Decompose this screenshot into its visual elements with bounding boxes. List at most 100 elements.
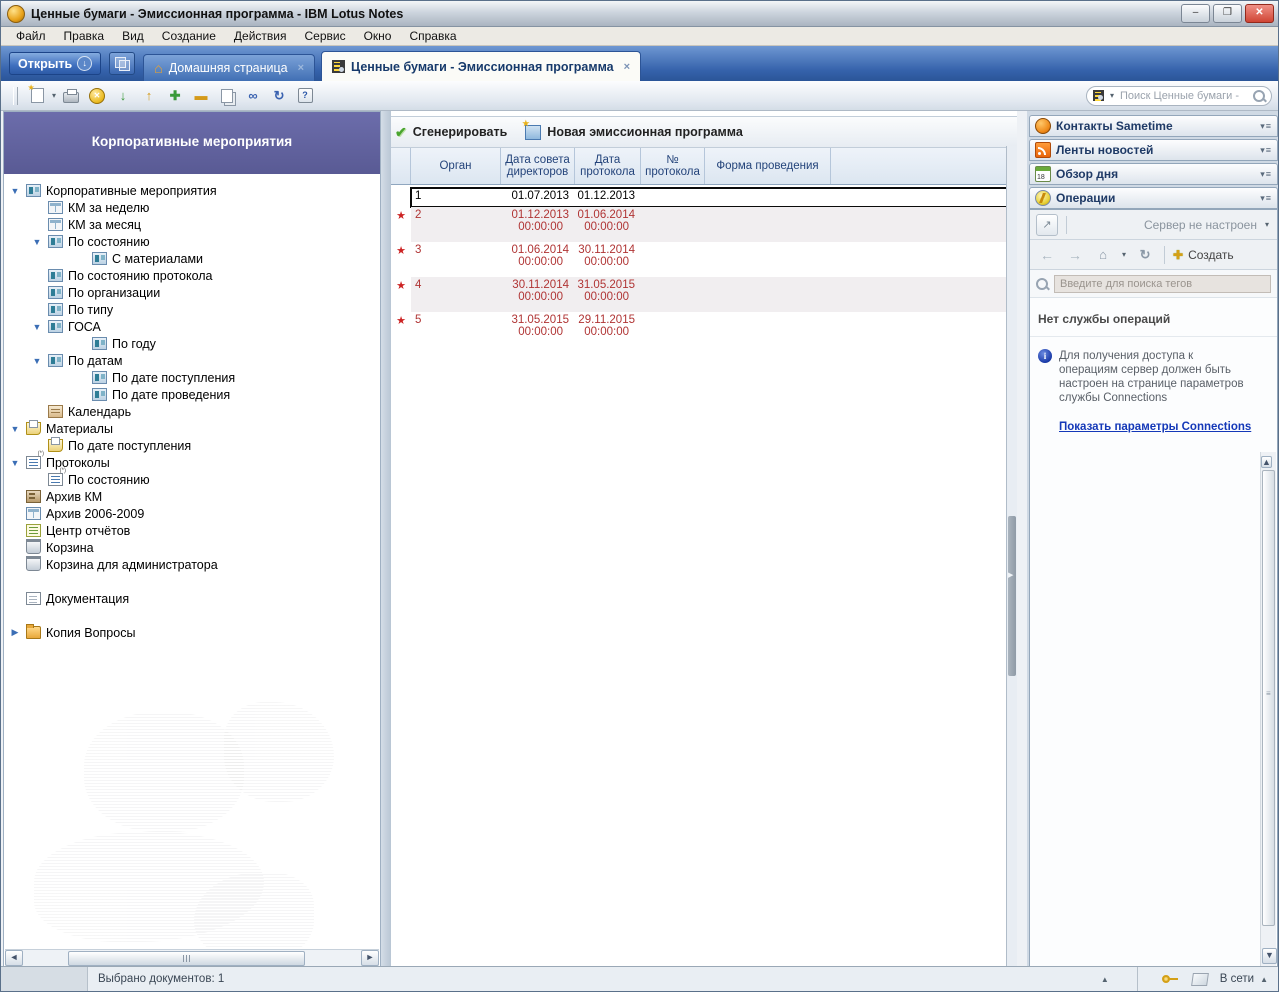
twisty-collapsed-icon[interactable] — [4, 627, 26, 638]
panel-feeds[interactable]: Ленты новостей — [1029, 139, 1278, 161]
sidebar-item-gosa[interactable]: ГОСА — [4, 318, 380, 335]
pane-splitter[interactable] — [381, 111, 391, 968]
sidebar-item-by-event-date[interactable]: По дате проведения — [4, 386, 380, 403]
panel-day-at-a-glance[interactable]: Обзор дня — [1029, 163, 1278, 185]
search-scope-dropdown-icon[interactable]: ▾ — [1110, 91, 1114, 100]
twisty-expanded-icon[interactable] — [4, 186, 26, 196]
table-row[interactable]: ★ 3 01.06.201400:00:00 30.11.201400:00:0… — [391, 242, 1017, 277]
sidebar-item-materials-by-date[interactable]: По дате поступления — [4, 437, 380, 454]
search-icon[interactable] — [1253, 90, 1265, 102]
menu-edit[interactable]: Правка — [55, 28, 114, 44]
sidebar-item-km-week[interactable]: КМ за неделю — [4, 199, 380, 216]
minimize-button[interactable]: – — [1181, 4, 1210, 23]
scrollbar-thumb[interactable] — [1008, 516, 1016, 676]
tab-securities-close-icon[interactable]: × — [624, 61, 630, 73]
scroll-down-icon[interactable]: ▼ — [1262, 948, 1277, 964]
table-row[interactable]: ★ 4 30.11.201400:00:00 31.05.201500:00:0… — [391, 277, 1017, 312]
forward-icon[interactable]: → — [1064, 244, 1086, 266]
new-document-dropdown-icon[interactable]: ▾ — [52, 91, 56, 100]
twisty-expanded-icon[interactable] — [4, 424, 26, 434]
sidebar-item-report-center[interactable]: Центр отчётов — [4, 522, 380, 539]
header-protocol-date[interactable]: Дата протокола — [575, 148, 641, 184]
new-emission-program-button[interactable]: Новая эмиссионная программа — [525, 125, 743, 140]
sidebar-item-trash[interactable]: Корзина — [4, 539, 380, 556]
refresh-icon[interactable]: ↻ — [1134, 244, 1156, 266]
twisty-expanded-icon[interactable] — [26, 356, 48, 366]
header-form[interactable]: Форма проведения — [705, 148, 831, 184]
sidebar-item-calendar[interactable]: Календарь — [4, 403, 380, 420]
tab-home[interactable]: ⌂ Домашняя страница × — [143, 54, 315, 81]
home-dropdown-icon[interactable]: ▾ — [1122, 250, 1126, 259]
sidebar-item-by-receipt-date[interactable]: По дате поступления — [4, 369, 380, 386]
generate-button[interactable]: ✔ Сгенерировать — [395, 124, 507, 141]
scroll-up-icon[interactable]: ▲ — [1261, 456, 1272, 468]
sidebar-item-corporate-events[interactable]: Корпоративные мероприятия — [4, 182, 380, 199]
twisty-expanded-icon[interactable] — [26, 237, 48, 247]
navigator-horizontal-scrollbar[interactable]: ◄ ► — [5, 949, 379, 966]
sidebar-item-by-state[interactable]: По состоянию — [4, 233, 380, 250]
location-icon[interactable] — [1191, 973, 1209, 986]
sidebar-item-by-type[interactable]: По типу — [4, 301, 380, 318]
print-button[interactable] — [60, 85, 82, 107]
scrollbar-thumb[interactable] — [68, 951, 305, 966]
menu-tools[interactable]: Сервис — [295, 28, 354, 44]
open-button[interactable]: Открыть ↓ — [9, 52, 101, 75]
menu-help[interactable]: Справка — [400, 28, 465, 44]
twisty-expanded-icon[interactable] — [26, 322, 48, 332]
search-input[interactable]: Поиск Ценные бумаги - — [1120, 90, 1249, 102]
search-icon[interactable] — [1036, 278, 1048, 290]
scrollbar-thumb[interactable] — [1262, 470, 1275, 926]
security-key-icon[interactable] — [1162, 975, 1178, 983]
home-icon[interactable]: ⌂ — [1092, 244, 1114, 266]
collapse-button[interactable]: ▬ — [190, 85, 212, 107]
show-connections-settings-link[interactable]: Показать параметры Connections — [1059, 421, 1277, 433]
refresh-button[interactable]: ↻ — [268, 85, 290, 107]
back-icon[interactable]: ← — [1036, 244, 1058, 266]
navigate-down-button[interactable]: ↓ — [112, 85, 134, 107]
menu-actions[interactable]: Действия — [225, 28, 296, 44]
add-button[interactable]: ✚ — [164, 85, 186, 107]
menu-view[interactable]: Вид — [113, 28, 153, 44]
sidebar-item-materials[interactable]: Материалы — [4, 420, 380, 437]
menu-file[interactable]: Файл — [7, 28, 55, 44]
panel-menu-icon[interactable] — [1260, 145, 1272, 156]
new-document-button[interactable] — [26, 85, 48, 107]
sidebar-item-admin-trash[interactable]: Корзина для администратора — [4, 556, 380, 573]
sidebar-item-documentation[interactable]: Документация — [4, 590, 380, 607]
panel-menu-icon[interactable] — [1260, 193, 1272, 204]
table-row[interactable]: ★ 5 31.05.201500:00:00 29.11.201500:00:0… — [391, 312, 1017, 347]
sidebar-item-with-materials[interactable]: С материалами — [4, 250, 380, 267]
tag-search-input[interactable]: Введите для поиска тегов — [1054, 275, 1271, 293]
window-list-button[interactable] — [109, 52, 135, 75]
search-binoculars-button[interactable]: ∞ — [242, 85, 264, 107]
sidebar-item-copy-questions[interactable]: Копия Вопросы — [4, 624, 380, 641]
sidebar-item-protocols-by-state[interactable]: По состоянию — [4, 471, 380, 488]
status-popup-icon[interactable]: ▲ — [1073, 975, 1137, 984]
server-dropdown[interactable]: Сервер не настроен ▾ — [1144, 218, 1271, 232]
header-protocol-number[interactable]: № протокола — [641, 148, 705, 184]
tab-securities[interactable]: Ценные бумаги - Эмиссионная программа × — [321, 51, 641, 81]
panel-menu-icon[interactable] — [1260, 121, 1272, 132]
sidebar-item-km-month[interactable]: КМ за месяц — [4, 216, 380, 233]
header-organ[interactable]: Орган — [411, 148, 501, 184]
create-button[interactable]: ✚ Создать — [1173, 248, 1234, 262]
open-in-window-button[interactable]: ↗ — [1036, 214, 1058, 236]
sidebar-item-archive-2006-2009[interactable]: Архив 2006-2009 — [4, 505, 380, 522]
navigate-up-button[interactable]: ↑ — [138, 85, 160, 107]
help-button[interactable]: ? — [294, 85, 316, 107]
sidebar-vertical-scrollbar[interactable]: ▲ ▼ — [1260, 452, 1276, 966]
scroll-right-icon[interactable]: ► — [361, 950, 379, 966]
sidebar-item-by-organization[interactable]: По организации — [4, 284, 380, 301]
menu-create[interactable]: Создание — [153, 28, 225, 44]
online-status[interactable]: В сети ▲ — [1220, 973, 1278, 985]
copy-button[interactable] — [216, 85, 238, 107]
menu-window[interactable]: Окно — [355, 28, 401, 44]
scroll-left-icon[interactable]: ◄ — [5, 950, 23, 966]
search-box[interactable]: ▾ Поиск Ценные бумаги - — [1086, 86, 1272, 106]
sidebar-item-by-dates[interactable]: По датам — [4, 352, 380, 369]
tab-home-close-icon[interactable]: × — [298, 62, 304, 74]
table-row[interactable]: ★ 2 01.12.201300:00:00 01.06.201400:00:0… — [391, 207, 1017, 242]
stop-button[interactable]: ✕ — [86, 85, 108, 107]
sidebar-item-by-year[interactable]: По году — [4, 335, 380, 352]
panel-menu-icon[interactable] — [1260, 169, 1272, 180]
